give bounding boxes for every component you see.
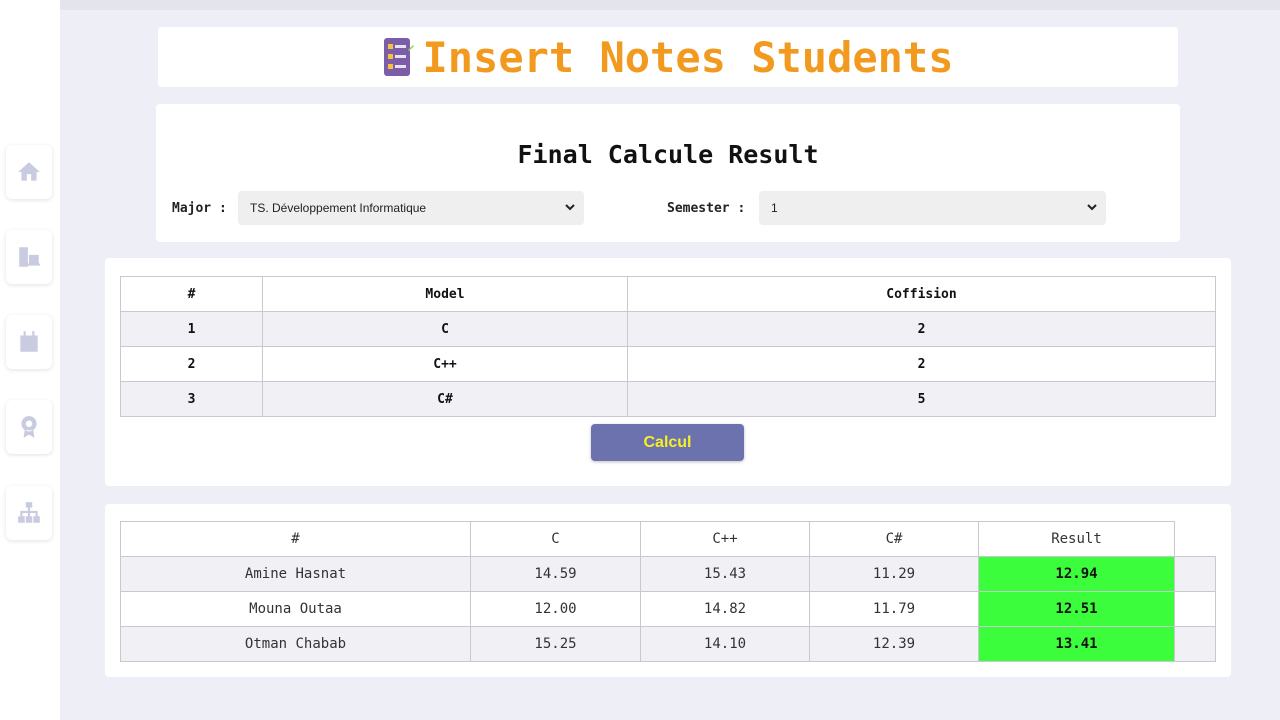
- student-name: Amine Hasnat: [120, 556, 471, 592]
- sidebar-item-home[interactable]: [6, 145, 52, 199]
- module-name: C#: [262, 381, 628, 417]
- major-select-value: TS. Développement Informatique: [250, 201, 427, 215]
- grade-c: 14.59: [470, 556, 641, 592]
- column-header: #: [120, 521, 471, 557]
- sidebar-item-documents[interactable]: [6, 230, 52, 284]
- module-coef: 2: [627, 346, 1216, 382]
- award-icon: [21, 416, 37, 438]
- grade-cpp: 14.82: [640, 591, 810, 627]
- sidebar-item-award[interactable]: [6, 400, 52, 454]
- student-name: Mouna Outaa: [120, 591, 471, 627]
- final-result: 12.51: [978, 591, 1175, 627]
- major-select[interactable]: TS. Développement Informatique: [238, 191, 584, 225]
- table-row: 2 C++ 2: [120, 346, 1216, 382]
- module-number: 1: [120, 311, 263, 347]
- module-coef: 2: [627, 311, 1216, 347]
- grade-c: 12.00: [470, 591, 641, 627]
- empty-cell: [1174, 556, 1216, 592]
- page-header: Insert Notes Students: [158, 27, 1178, 87]
- sidebar: [0, 0, 60, 720]
- home-icon: [18, 162, 40, 181]
- column-header: C: [470, 521, 641, 557]
- table-row: Amine Hasnat 14.59 15.43 11.29 12.94: [120, 556, 1216, 592]
- documents-icon: [19, 247, 40, 267]
- modules-table: # Model Coffision 1 C 2 2 C++ 2 3 C# 5: [120, 276, 1216, 417]
- table-row: Otman Chabab 15.25 14.10 12.39 13.41: [120, 626, 1216, 662]
- grade-c: 15.25: [470, 626, 641, 662]
- modules-card: # Model Coffision 1 C 2 2 C++ 2 3 C# 5 C…: [105, 258, 1231, 486]
- grade-cs: 11.79: [809, 591, 979, 627]
- calendar-icon: [20, 331, 38, 352]
- grade-cs: 12.39: [809, 626, 979, 662]
- table-header-row: # Model Coffision: [120, 276, 1216, 312]
- module-name: C: [262, 311, 628, 347]
- chevron-down-icon: [1087, 204, 1097, 211]
- results-table: # C C++ C# Result Amine Hasnat 14.59 15.…: [120, 521, 1216, 662]
- grade-cpp: 15.43: [640, 556, 810, 592]
- empty-cell: [1174, 626, 1216, 662]
- chevron-down-icon: [565, 204, 575, 211]
- filter-card: Final Calcule Result Major : TS. Dévelop…: [156, 104, 1180, 242]
- grade-cs: 11.29: [809, 556, 979, 592]
- final-result: 13.41: [978, 626, 1175, 662]
- module-name: C++: [262, 346, 628, 382]
- results-card: # C C++ C# Result Amine Hasnat 14.59 15.…: [105, 504, 1231, 677]
- major-label: Major :: [172, 201, 227, 216]
- grade-cpp: 14.10: [640, 626, 810, 662]
- module-coef: 5: [627, 381, 1216, 417]
- column-header: Result: [978, 521, 1175, 557]
- module-number: 3: [120, 381, 263, 417]
- semester-select-value: 1: [771, 201, 778, 215]
- module-number: 2: [120, 346, 263, 382]
- column-header: Model: [262, 276, 628, 312]
- table-header-row: # C C++ C# Result: [120, 521, 1216, 557]
- calcul-button[interactable]: Calcul: [591, 424, 744, 461]
- column-header: #: [120, 276, 263, 312]
- empty-header-cell: [1174, 521, 1216, 557]
- sidebar-item-hierarchy[interactable]: [6, 486, 52, 540]
- column-header: C#: [809, 521, 979, 557]
- card-title: Final Calcule Result: [517, 140, 819, 169]
- semester-label: Semester :: [667, 201, 746, 216]
- student-name: Otman Chabab: [120, 626, 471, 662]
- table-row: 1 C 2: [120, 311, 1216, 347]
- sidebar-item-calendar[interactable]: [6, 315, 52, 369]
- table-row: 3 C# 5: [120, 381, 1216, 417]
- empty-cell: [1174, 591, 1216, 627]
- top-bar: [60, 0, 1280, 10]
- final-result: 12.94: [978, 556, 1175, 592]
- semester-select[interactable]: 1: [759, 191, 1106, 225]
- column-header: Coffision: [627, 276, 1216, 312]
- column-header: C++: [640, 521, 810, 557]
- checklist-icon: [384, 38, 415, 76]
- table-row: Mouna Outaa 12.00 14.82 11.79 12.51: [120, 591, 1216, 627]
- page-title: Insert Notes Students: [422, 32, 954, 82]
- hierarchy-icon: [18, 502, 40, 523]
